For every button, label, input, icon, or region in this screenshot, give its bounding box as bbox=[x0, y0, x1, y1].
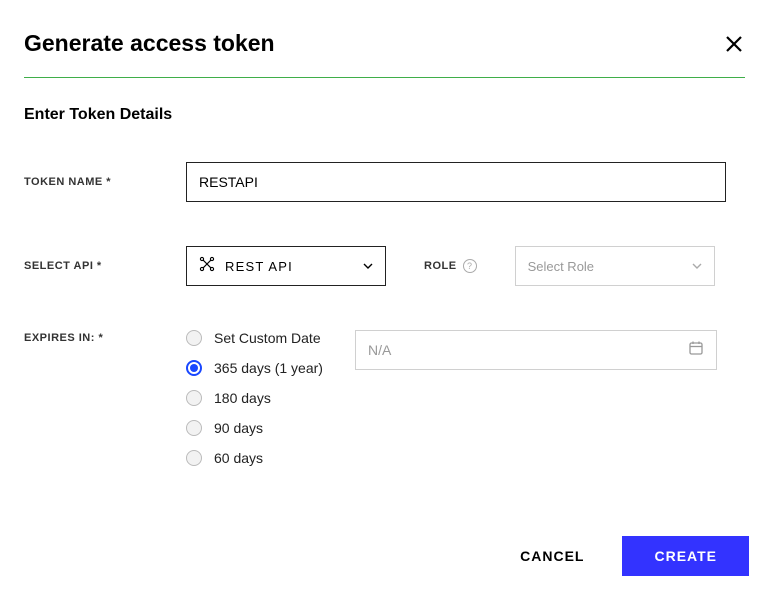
close-icon bbox=[725, 35, 743, 53]
expires-row: EXPIRES IN: * Set Custom Date 365 days (1… bbox=[24, 330, 745, 466]
create-button[interactable]: CREATE bbox=[622, 536, 749, 576]
help-icon[interactable]: ? bbox=[463, 259, 477, 273]
close-button[interactable] bbox=[723, 33, 745, 55]
expires-label: EXPIRES IN: * bbox=[24, 330, 186, 344]
role-label-wrap: ROLE ? bbox=[424, 259, 477, 273]
calendar-icon bbox=[688, 340, 704, 361]
cancel-button[interactable]: CANCEL bbox=[520, 548, 584, 564]
radio-label: 90 days bbox=[214, 420, 263, 436]
expires-option-0[interactable]: Set Custom Date bbox=[186, 330, 323, 346]
radio-label: Set Custom Date bbox=[214, 330, 321, 346]
radio-circle bbox=[186, 420, 202, 436]
expires-option-4[interactable]: 60 days bbox=[186, 450, 323, 466]
chevron-down-icon bbox=[692, 263, 702, 269]
api-role-row: SELECT API * REST API ROLE ? Select Role bbox=[24, 246, 745, 286]
token-name-label: TOKEN NAME * bbox=[24, 162, 186, 188]
divider bbox=[24, 77, 745, 78]
select-role-dropdown[interactable]: Select Role bbox=[515, 246, 715, 286]
select-api-dropdown[interactable]: REST API bbox=[186, 246, 386, 286]
chevron-down-icon bbox=[363, 263, 373, 269]
radio-circle bbox=[186, 360, 202, 376]
radio-label: 180 days bbox=[214, 390, 271, 406]
custom-date-input[interactable]: N/A bbox=[355, 330, 717, 370]
radio-circle bbox=[186, 450, 202, 466]
expires-option-1[interactable]: 365 days (1 year) bbox=[186, 360, 323, 376]
role-label: ROLE bbox=[424, 260, 457, 272]
section-subtitle: Enter Token Details bbox=[24, 106, 745, 124]
custom-date-placeholder: N/A bbox=[368, 342, 688, 358]
expires-option-3[interactable]: 90 days bbox=[186, 420, 323, 436]
radio-circle bbox=[186, 330, 202, 346]
api-icon bbox=[199, 256, 215, 277]
select-role-placeholder: Select Role bbox=[528, 259, 692, 274]
dialog-header: Generate access token bbox=[24, 30, 745, 77]
select-api-value: REST API bbox=[225, 259, 363, 274]
token-name-input[interactable] bbox=[186, 162, 726, 202]
dialog-footer: CANCEL CREATE bbox=[520, 536, 749, 576]
select-api-label: SELECT API * bbox=[24, 246, 186, 272]
dialog-title: Generate access token bbox=[24, 30, 275, 57]
radio-circle bbox=[186, 390, 202, 406]
token-name-row: TOKEN NAME * bbox=[24, 162, 745, 202]
radio-label: 60 days bbox=[214, 450, 263, 466]
expires-option-2[interactable]: 180 days bbox=[186, 390, 323, 406]
expires-radio-group: Set Custom Date 365 days (1 year) 180 days… bbox=[186, 330, 323, 466]
radio-label: 365 days (1 year) bbox=[214, 360, 323, 376]
